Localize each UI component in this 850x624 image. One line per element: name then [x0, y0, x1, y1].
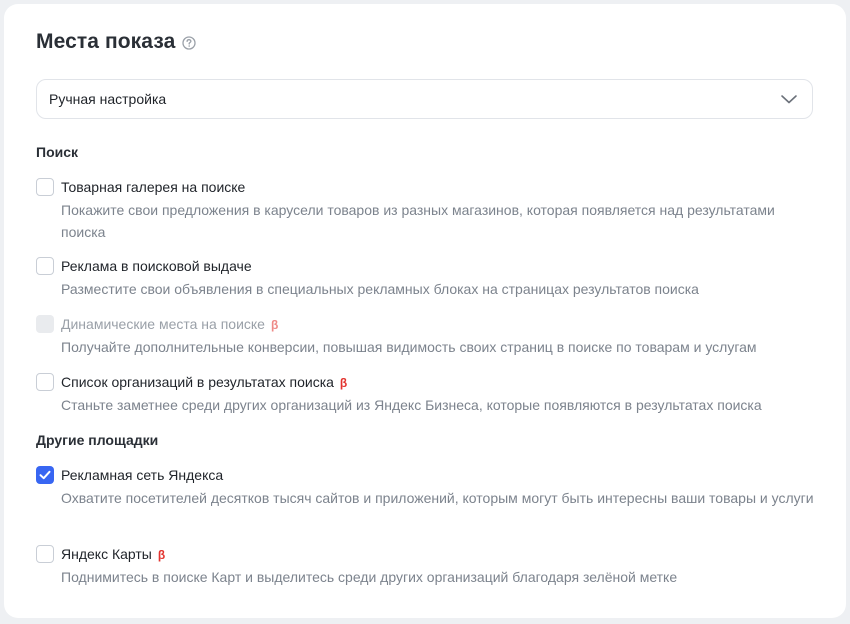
- chevron-down-icon[interactable]: [780, 92, 798, 106]
- option-description: Покажите свои предложения в карусели тов…: [61, 202, 775, 240]
- checkbox-yandex-maps[interactable]: [36, 545, 54, 563]
- checkbox-yandex-network[interactable]: [36, 466, 54, 484]
- option-description: Получайте дополнительные конверсии, повы…: [61, 339, 757, 355]
- question-circle-icon[interactable]: [182, 36, 197, 50]
- option-label-text: Яндекс Карты: [61, 546, 152, 562]
- option-label: Яндекс Карты β: [61, 545, 165, 564]
- option-description: Станьте заметнее среди других организаци…: [61, 397, 762, 413]
- option-label: Реклама в поисковой выдаче: [61, 258, 252, 274]
- select-value: Ручная настройка: [49, 91, 167, 107]
- checkbox-product-gallery[interactable]: [36, 178, 54, 196]
- option-description: Поднимитесь в поиске Карт и выделитесь с…: [61, 569, 678, 585]
- option-label: Товарная галерея на поиске: [61, 179, 246, 195]
- page-title: Места показа: [36, 30, 176, 53]
- option-label: Список организаций в результатах поиска β: [61, 373, 347, 392]
- option-label: Рекламная сеть Яндекса: [61, 467, 224, 483]
- checkbox-dynamic-places: [36, 315, 54, 333]
- header: Места показа: [36, 30, 197, 54]
- section-title-search: Поиск: [36, 144, 79, 160]
- placement-mode-select[interactable]: Ручная настройка: [36, 79, 813, 119]
- beta-badge: β: [157, 548, 166, 562]
- checkbox-organizations-list[interactable]: [36, 373, 54, 391]
- option-description: Охватите посетителей десятков тысяч сайт…: [61, 490, 814, 506]
- option-label-text: Список организаций в результатах поиска: [61, 374, 334, 390]
- checkbox-search-ads[interactable]: [36, 257, 54, 275]
- option-description: Разместите свои объявления в специальных…: [61, 281, 699, 297]
- beta-badge: β: [270, 318, 279, 332]
- beta-badge: β: [339, 376, 348, 390]
- option-label: Динамические места на поиске β: [61, 315, 278, 334]
- placements-card: Места показа Ручная настройка Поиск Това…: [4, 4, 846, 618]
- checkmark-icon: [39, 470, 51, 480]
- option-label-text: Динамические места на поиске: [61, 316, 265, 332]
- section-title-other: Другие площадки: [36, 432, 159, 448]
